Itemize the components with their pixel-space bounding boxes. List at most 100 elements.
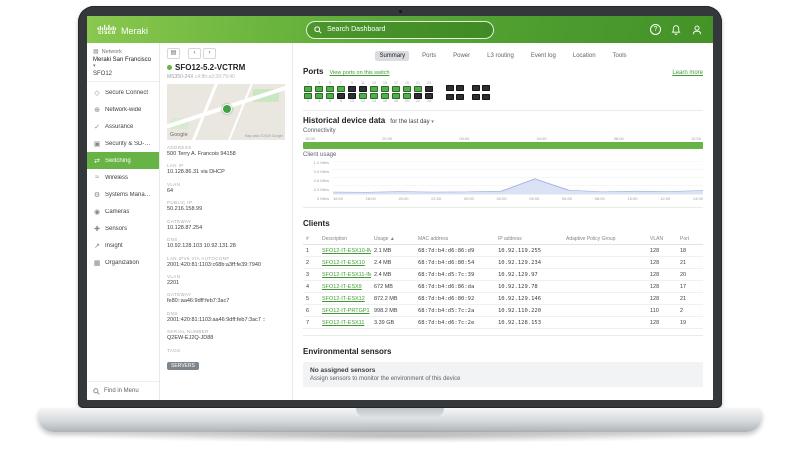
clients-col-header[interactable]: # bbox=[303, 234, 319, 245]
search-placeholder: Search Dashboard bbox=[327, 26, 386, 33]
connectivity-bar[interactable] bbox=[303, 142, 703, 149]
clients-col-header[interactable]: Description bbox=[319, 234, 371, 245]
network-selector[interactable]: ▦ Network Meraki San Francisco ▾ SFO12 bbox=[87, 43, 159, 82]
search-bar[interactable]: Search Dashboard bbox=[306, 20, 494, 39]
help-icon[interactable]: ? bbox=[650, 24, 661, 35]
switch-port-21[interactable] bbox=[414, 85, 422, 92]
sidebar-item-network-wide[interactable]: ⊕ Network-wide bbox=[87, 101, 159, 118]
network-subnetwork[interactable]: SFO12 bbox=[93, 71, 153, 77]
sidebar-item-switching[interactable]: ⇄ Switching bbox=[87, 152, 159, 169]
sidebar-item-cameras[interactable]: ◉ Cameras bbox=[87, 203, 159, 220]
sensors-empty-state: No assigned sensors Assign sensors to mo… bbox=[303, 362, 703, 387]
switch-port-4[interactable] bbox=[315, 92, 323, 99]
next-device-button[interactable]: › bbox=[203, 48, 216, 59]
switch-port-9[interactable] bbox=[348, 85, 356, 92]
switch-port-13[interactable] bbox=[370, 85, 378, 92]
map-marker-icon[interactable] bbox=[222, 103, 232, 114]
secure-connect-icon: ◇ bbox=[94, 89, 100, 97]
device-location-map[interactable]: Google Map data ©2025 Google bbox=[167, 84, 285, 140]
tab-summary[interactable]: Summary bbox=[375, 51, 410, 61]
tab-power[interactable]: Power bbox=[449, 51, 474, 61]
notifications-bell-icon[interactable] bbox=[670, 24, 682, 36]
tab-ports[interactable]: Ports bbox=[418, 51, 440, 61]
tab-event-log[interactable]: Event log bbox=[527, 51, 560, 61]
organization-icon: ▦ bbox=[93, 259, 101, 267]
port-column: 21 22 bbox=[413, 81, 423, 103]
switch-port-5[interactable] bbox=[326, 85, 334, 92]
x-axis-label: 14:00 bbox=[692, 196, 703, 201]
learn-more-link[interactable]: Learn more bbox=[672, 70, 703, 76]
sidebar-item-insight[interactable]: ↗ Insight bbox=[87, 237, 159, 254]
switch-port-1[interactable] bbox=[304, 85, 312, 92]
sidebar-item-secure-connect[interactable]: ◇ Secure Connect bbox=[87, 84, 159, 101]
switch-port-19[interactable] bbox=[403, 85, 411, 92]
clients-col-header[interactable]: VLAN bbox=[647, 234, 677, 245]
clients-col-header[interactable]: MAC address bbox=[415, 234, 495, 245]
switch-port-15[interactable] bbox=[381, 85, 389, 92]
clients-col-header[interactable]: IP address bbox=[495, 234, 563, 245]
switch-port-3[interactable] bbox=[315, 85, 323, 92]
port-column: 12 bbox=[303, 81, 313, 103]
client-ip: 10.92.129.146 bbox=[495, 292, 563, 305]
switch-port-22[interactable] bbox=[414, 92, 422, 99]
client-description-link[interactable]: SFO12-IT-ESX10 bbox=[322, 260, 365, 266]
sfp-port[interactable] bbox=[446, 93, 454, 100]
time-tick: 08:00 bbox=[613, 136, 624, 141]
switch-port-18[interactable] bbox=[392, 92, 400, 99]
sidebar-item-security-sd-wan[interactable]: ▣ Security & SD-WAN bbox=[87, 135, 159, 152]
cisco-meraki-logo[interactable]: cisco Meraki bbox=[97, 24, 148, 36]
device-field: GATEWAY fe80::aa46:9dff:feb7:3ac7 bbox=[167, 292, 285, 305]
sfp-port[interactable] bbox=[472, 93, 480, 100]
find-search-icon bbox=[93, 387, 100, 395]
tab-l3-routing[interactable]: L3 routing bbox=[483, 51, 518, 61]
sfp-port[interactable] bbox=[446, 84, 454, 91]
sfp-port[interactable] bbox=[482, 84, 490, 91]
switch-port-23[interactable] bbox=[425, 85, 433, 92]
sidebar-item-sensors[interactable]: ✚ Sensors bbox=[87, 220, 159, 237]
sidebar-item-organization[interactable]: ▦ Organization bbox=[87, 254, 159, 271]
clients-col-header[interactable]: Usage ▲ bbox=[371, 234, 415, 245]
client-description-link[interactable]: SFO12-IT-ESX11-IMC bbox=[322, 272, 371, 278]
clients-col-header[interactable]: Port bbox=[677, 234, 703, 245]
switch-port-6[interactable] bbox=[326, 92, 334, 99]
device-list-button[interactable]: ▤ bbox=[167, 48, 180, 59]
client-description-link[interactable]: SFO12-IT-PRTGP1 bbox=[322, 308, 370, 314]
client-description-link[interactable]: SFO12-IT-ESX11 bbox=[322, 320, 364, 326]
switch-port-2[interactable] bbox=[304, 92, 312, 99]
client-description-link[interactable]: SFO12-IT-ESX9 bbox=[322, 284, 362, 290]
time-range-dropdown[interactable]: for the last day ▾ bbox=[390, 119, 434, 125]
switch-port-17[interactable] bbox=[392, 85, 400, 92]
switch-port-7[interactable] bbox=[337, 85, 345, 92]
switch-port-12[interactable] bbox=[359, 92, 367, 99]
tab-location[interactable]: Location bbox=[569, 51, 600, 61]
switch-port-14[interactable] bbox=[370, 92, 378, 99]
port-number: 4 bbox=[318, 99, 320, 103]
client-description-link[interactable]: SFO12-IT-ESX12 bbox=[322, 296, 365, 302]
find-in-menu[interactable]: Find in Menu bbox=[87, 381, 159, 400]
switch-port-16[interactable] bbox=[381, 92, 389, 99]
client-description-link[interactable]: SFO12-IT-ESX10-IMC bbox=[322, 248, 371, 254]
switch-port-24[interactable] bbox=[425, 92, 433, 99]
sidebar-item-assurance[interactable]: ✓ Assurance bbox=[87, 118, 159, 135]
device-model: MS350-24X bbox=[167, 74, 194, 80]
switch-port-20[interactable] bbox=[403, 92, 411, 99]
tab-tools[interactable]: Tools bbox=[609, 51, 631, 61]
sfp-port[interactable] bbox=[456, 84, 464, 91]
sfp-port[interactable] bbox=[482, 93, 490, 100]
switch-port-8[interactable] bbox=[337, 92, 345, 99]
tag-chip[interactable]: SERVERS bbox=[167, 361, 199, 370]
sidebar-item-wireless[interactable]: ≈ Wireless bbox=[87, 169, 159, 186]
sfp-port[interactable] bbox=[472, 84, 480, 91]
client-port: 17 bbox=[677, 280, 703, 293]
clients-col-header[interactable]: Adaptive Policy Group bbox=[563, 234, 647, 245]
view-ports-link[interactable]: View ports on this switch bbox=[329, 70, 389, 76]
x-axis-label: 20:00 bbox=[398, 196, 409, 201]
port-column: 9 10 bbox=[347, 81, 357, 103]
usage-plot[interactable] bbox=[333, 161, 703, 195]
account-icon[interactable] bbox=[691, 24, 703, 36]
switch-port-10[interactable] bbox=[348, 92, 356, 99]
sfp-port[interactable] bbox=[456, 93, 464, 100]
switch-port-11[interactable] bbox=[359, 85, 367, 92]
sidebar-item-systems-manager[interactable]: ⚙ Systems Manager bbox=[87, 186, 159, 203]
prev-device-button[interactable]: ‹ bbox=[188, 48, 201, 59]
